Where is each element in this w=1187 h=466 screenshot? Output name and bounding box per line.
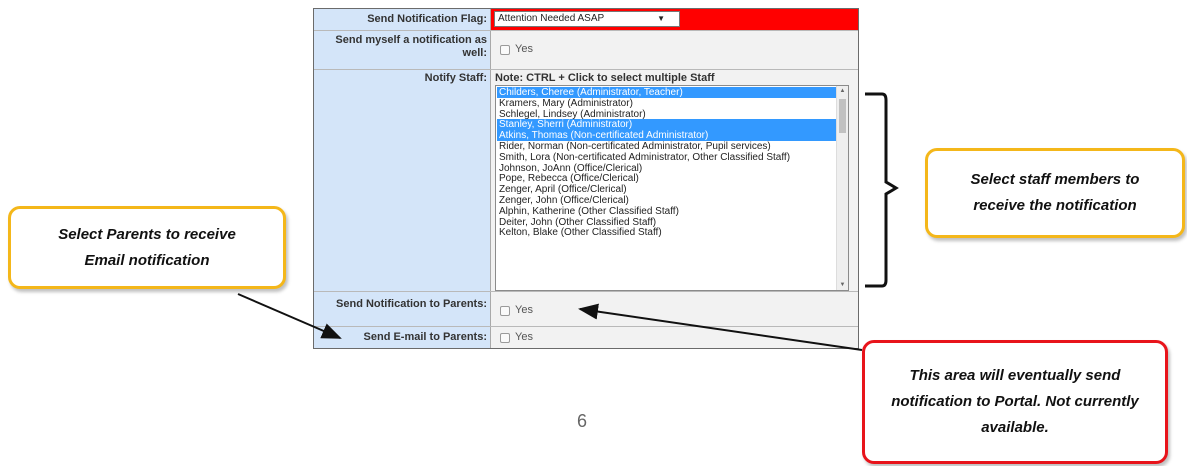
staff-bracket — [865, 92, 899, 288]
portal-arrow — [578, 303, 863, 351]
page-number: 6 — [577, 411, 588, 431]
parents-callout: Select Parents to receive Email notifica… — [8, 206, 286, 289]
staff-callout: Select staff members to receive the noti… — [925, 148, 1185, 238]
portal-callout: This area will eventually send notificat… — [862, 340, 1168, 464]
parents-arrow — [237, 293, 342, 339]
